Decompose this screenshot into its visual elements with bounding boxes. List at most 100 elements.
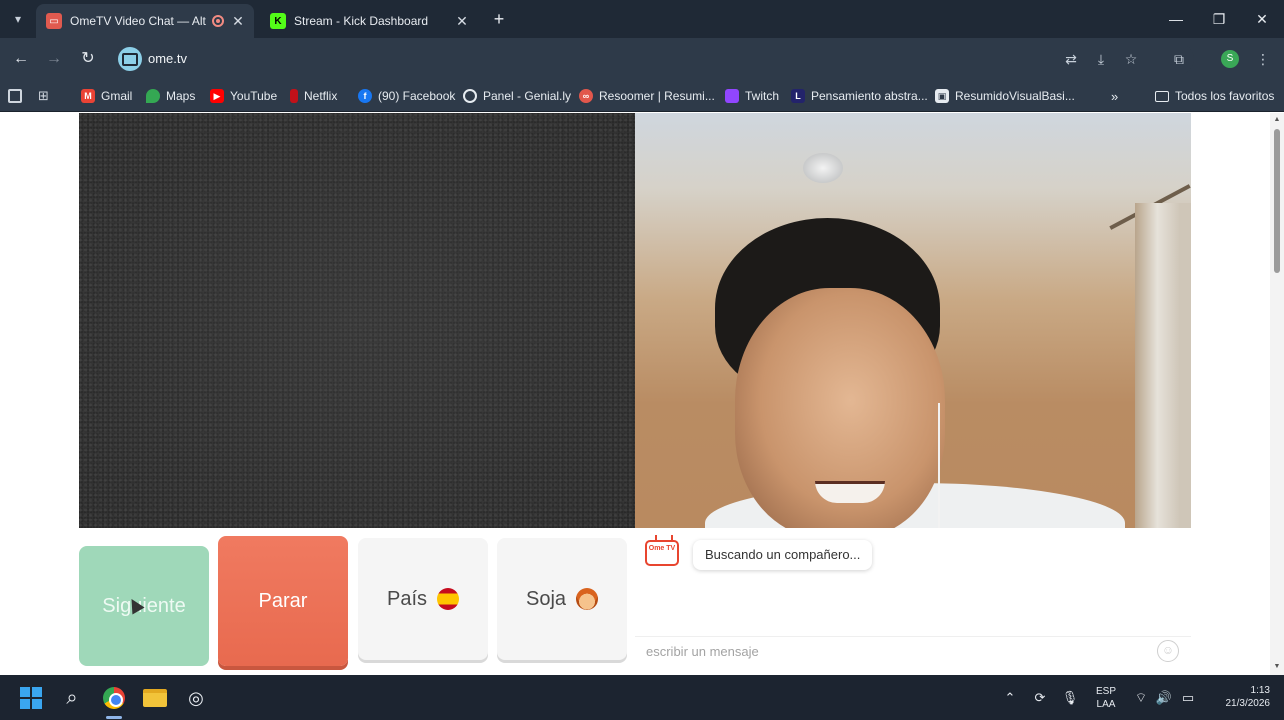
spain-flag-icon: [437, 588, 460, 610]
battery-icon[interactable]: ▭: [1179, 689, 1197, 707]
page-scrollbar[interactable]: ▲ ▼: [1270, 113, 1284, 675]
chrome-icon: [103, 687, 125, 709]
scroll-thumb[interactable]: [1274, 129, 1280, 273]
recording-icon: [212, 15, 224, 27]
minimize-icon[interactable]: —: [1165, 8, 1187, 30]
bookmark-label: (90) Facebook: [378, 89, 456, 103]
earphone-cable: [938, 403, 940, 528]
bookmark-label: Netflix: [304, 89, 338, 103]
bookmark-gmail[interactable]: M Gmail: [81, 87, 132, 105]
more-bookmarks-chevron-icon[interactable]: »: [1111, 87, 1118, 105]
bookmark-label: Pensamiento abstra...: [811, 89, 928, 103]
clock-date: 21/3/2026: [1225, 698, 1271, 709]
translate-icon[interactable]: ⇄: [1060, 48, 1082, 70]
bookmark-resoomer[interactable]: ∞ Resoomer | Resumi...: [579, 87, 715, 105]
windows-taskbar: ⌕ ◎ ⌃ ⟳ 🎙 ESP LAA ⌔ 🔊 ▭ 1:13 21/3/2026: [0, 675, 1284, 720]
close-tab-icon[interactable]: ✕: [230, 13, 246, 29]
clock-time: 1:13: [1250, 685, 1270, 696]
status-message: Buscando un compañero...: [693, 540, 873, 570]
language-code: ESP: [1095, 686, 1116, 697]
volume-icon[interactable]: 🔊: [1155, 689, 1173, 707]
bookmark-youtube[interactable]: ▶ YouTube: [210, 87, 277, 105]
tab-title: OmeTV Video Chat — Alter: [70, 14, 206, 28]
restore-icon[interactable]: ❐: [1208, 8, 1230, 30]
bookmark-star-icon[interactable]: ☆: [1120, 48, 1142, 70]
tab-ometv[interactable]: ▭ OmeTV Video Chat — Alter ✕: [36, 4, 254, 38]
gender-filter-button[interactable]: Soja: [497, 538, 627, 660]
sync-icon[interactable]: ⟳: [1031, 689, 1049, 707]
reload-icon[interactable]: ↻: [77, 48, 99, 70]
stop-button-label: Parar: [258, 589, 308, 612]
bookmark-facebook[interactable]: f (90) Facebook: [358, 87, 455, 105]
facebook-icon: f: [358, 89, 372, 103]
stranger-video-feed: [79, 113, 635, 528]
profile-avatar[interactable]: S: [1221, 50, 1239, 68]
file-explorer-button[interactable]: [140, 683, 170, 713]
resoomer-icon: ∞: [579, 89, 593, 103]
chrome-taskbar-button[interactable]: [99, 683, 129, 713]
letter-l-icon: L: [791, 89, 805, 103]
search-icon[interactable]: ⌕: [57, 683, 87, 713]
close-window-icon[interactable]: ✕: [1251, 8, 1273, 30]
bookmark-resumido[interactable]: ▣ ResumidoVisualBasi...: [935, 87, 1075, 105]
emoji-smiley-icon[interactable]: ☺: [1157, 640, 1179, 662]
scroll-down-arrow-icon[interactable]: ▼: [1273, 663, 1281, 670]
curtain: [1135, 203, 1191, 528]
all-bookmarks-folder[interactable]: Todos los favoritos: [1155, 87, 1274, 105]
gender-button-label: Soja: [525, 587, 567, 610]
tab-search-button[interactable]: ▾: [6, 7, 30, 31]
self-camera-feed: [635, 113, 1191, 528]
forward-arrow-icon[interactable]: →: [43, 48, 65, 70]
windows-logo-icon: [20, 687, 42, 709]
checkbox-icon[interactable]: [8, 89, 22, 103]
microphone-icon[interactable]: 🎙: [1061, 689, 1079, 707]
close-tab-icon[interactable]: ✕: [454, 13, 470, 29]
obs-recording-icon[interactable]: ◎: [181, 683, 211, 713]
browser-toolbar: ← → ↻ ome.tv ⇄ ⤓ ☆ ⧉ S ⋮: [0, 38, 1284, 80]
address-bar[interactable]: ome.tv: [114, 43, 1194, 75]
netflix-icon: [290, 89, 298, 103]
bookmark-label: Twitch: [745, 89, 780, 103]
boy-emoji-icon: [576, 588, 599, 610]
new-tab-button[interactable]: +: [488, 8, 510, 30]
bookmark-label: YouTube: [230, 89, 278, 103]
site-info-icon[interactable]: [118, 47, 142, 71]
twitch-icon: [725, 89, 739, 103]
install-app-icon[interactable]: ⤓: [1090, 48, 1112, 70]
wifi-icon[interactable]: ⌔: [1132, 689, 1150, 707]
tab-kick-dashboard[interactable]: K Stream - Kick Dashboard ✕: [260, 4, 478, 38]
tab-title: Stream - Kick Dashboard: [294, 14, 429, 28]
apps-grid-icon[interactable]: ⊞: [38, 89, 52, 103]
bookmark-genially[interactable]: Panel - Genial.ly: [463, 87, 571, 105]
back-arrow-icon[interactable]: ←: [10, 48, 32, 70]
bookmark-maps[interactable]: Maps: [146, 87, 195, 105]
show-hidden-icons-chevron-icon[interactable]: ⌃: [1001, 689, 1019, 707]
bookmark-netflix[interactable]: Netflix: [290, 87, 337, 105]
tab-strip: ▾ ▭ OmeTV Video Chat — Alter ✕ K Stream …: [0, 0, 1284, 38]
image-icon: ▣: [935, 89, 949, 103]
input-language-indicator[interactable]: ESP LAA: [1092, 685, 1120, 711]
folder-icon: [143, 689, 167, 707]
ceiling-light: [803, 153, 843, 183]
bookmark-pensamiento[interactable]: L Pensamiento abstra...: [791, 87, 928, 105]
chat-panel: Ome TV Buscando un compañero... ☺: [635, 528, 1191, 666]
youtube-icon: ▶: [210, 89, 224, 103]
person-mouth: [815, 481, 885, 503]
bookmark-label: Maps: [166, 89, 196, 103]
kick-favicon-icon: K: [270, 13, 286, 29]
bookmark-twitch[interactable]: Twitch: [725, 87, 779, 105]
country-button-label: País: [386, 587, 428, 610]
country-filter-button[interactable]: País: [358, 538, 488, 660]
extensions-icon[interactable]: ⧉: [1168, 48, 1190, 70]
folder-icon: [1155, 90, 1169, 102]
message-input[interactable]: [635, 636, 1191, 666]
windows-start-button[interactable]: [16, 683, 46, 713]
maps-icon: [146, 89, 160, 103]
keyboard-layout: LAA: [1096, 699, 1116, 710]
clock[interactable]: 1:13 21/3/2026: [1208, 684, 1271, 710]
gmail-icon: M: [81, 89, 95, 103]
bookmark-label: ResumidoVisualBasi...: [955, 89, 1075, 103]
menu-kebab-icon[interactable]: ⋮: [1252, 48, 1274, 70]
stop-button[interactable]: Parar: [218, 536, 348, 666]
scroll-up-arrow-icon[interactable]: ▲: [1273, 116, 1281, 123]
